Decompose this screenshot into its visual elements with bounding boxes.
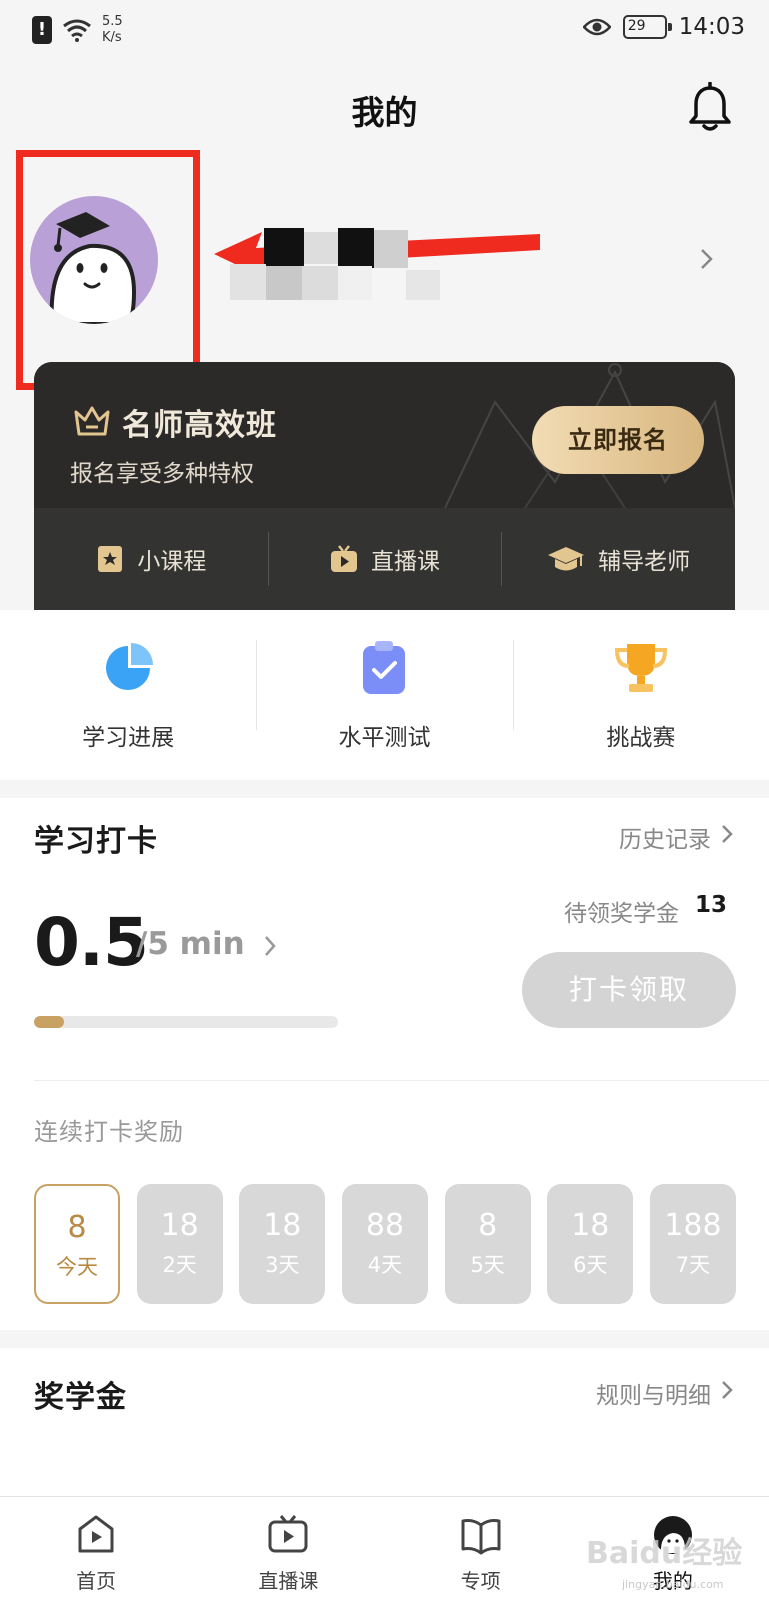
quick-challenge[interactable]: 挑战赛 [512, 610, 769, 780]
streak-day: 18 2天 [136, 1184, 223, 1304]
streak-day: 8 今天 [34, 1184, 120, 1304]
blurred-username [264, 228, 304, 268]
quick-learning-progress[interactable]: 学习进展 [0, 610, 256, 780]
sim-alert-icon: ! [32, 16, 52, 44]
blurred-userid-part [266, 266, 302, 300]
tv-play-icon [268, 1515, 308, 1553]
quick-actions: 学习进展 水平测试 挑战赛 [0, 610, 769, 780]
blurred-username-part [304, 232, 338, 264]
blurred-username-part [338, 228, 374, 268]
streak-day: 188 7天 [649, 1184, 736, 1304]
vip-tab-label: 辅导老师 [598, 549, 691, 575]
study-minutes-current: 0.5 [34, 904, 149, 981]
history-link[interactable]: 历史记录 [619, 820, 711, 854]
streak-day: 18 6天 [547, 1184, 634, 1304]
vip-tab-tutor[interactable]: 辅导老师 [501, 508, 735, 610]
profile-chevron-right-icon[interactable] [700, 248, 714, 270]
trophy-icon [614, 644, 667, 692]
study-minutes-target: /5 min [136, 926, 245, 962]
bell-icon[interactable] [686, 82, 734, 134]
study-progress-fill [34, 1016, 65, 1028]
study-checkin-panel: 学习打卡 历史记录 0.5 /5 min 待领奖学金 13 打卡领取 连续打卡奖… [0, 798, 769, 1330]
page-title: 我的 [351, 93, 418, 132]
tab-live[interactable]: 直播课 [192, 1497, 384, 1600]
clipboard-check-icon [363, 641, 406, 694]
tab-label: 首页 [76, 1569, 117, 1593]
grad-cap-icon [548, 547, 585, 571]
pie-progress-icon [106, 643, 154, 690]
blurred-userid [230, 264, 266, 300]
quick-level-test[interactable]: 水平测试 [256, 610, 512, 780]
clock: 14:03 [678, 14, 745, 40]
scholarship-panel: 奖学金 规则与明细 [0, 1348, 769, 1498]
checkin-title: 学习打卡 [34, 824, 158, 859]
quick-label: 水平测试 [338, 725, 431, 751]
net-speed: 5.5 K/s [102, 14, 123, 45]
star-book-icon [98, 546, 123, 572]
streak-day: 8 5天 [444, 1184, 531, 1304]
pending-reward-count: 13 [694, 892, 727, 918]
enroll-now-button[interactable]: 立即报名 [532, 406, 704, 474]
vip-tab-live-course[interactable]: 直播课 [267, 508, 502, 610]
annotation-highlight-box [16, 150, 200, 390]
tab-home[interactable]: 首页 [0, 1497, 192, 1600]
blurred-userid-part [302, 266, 338, 300]
study-progress-bar [34, 1016, 338, 1028]
blurred-username-part [374, 230, 408, 268]
tab-label: 直播课 [258, 1569, 319, 1593]
streak-reward-title: 连续打卡奖励 [34, 1118, 184, 1146]
rules-details-link[interactable]: 规则与明细 [596, 1376, 711, 1410]
quick-label: 学习进展 [82, 725, 175, 751]
tab-label: 专项 [460, 1569, 501, 1593]
streak-day: 18 3天 [239, 1184, 326, 1304]
vip-tab-label: 直播课 [371, 549, 440, 575]
home-play-icon [78, 1515, 114, 1553]
history-chevron-right-icon[interactable] [721, 824, 733, 844]
watermark-url: jingyan.baidu.com [622, 1578, 724, 1591]
vip-promo-card[interactable]: 名师高效班 报名享受多种特权 立即报名 小课程 直播课 辅导老师 [34, 362, 735, 610]
minutes-chevron-right-icon[interactable] [264, 935, 276, 957]
pending-reward-label: 待领奖学金 [564, 901, 679, 927]
checkin-claim-button[interactable]: 打卡领取 [522, 952, 736, 1028]
battery-indicator: 29 [622, 15, 672, 39]
vip-subtitle: 报名享受多种特权 [70, 461, 254, 487]
crown-icon [74, 406, 110, 436]
vip-tab-label: 小课程 [137, 549, 207, 575]
wifi-icon [63, 19, 91, 42]
eye-icon [582, 18, 611, 36]
streak-days: 8 今天 18 2天 18 3天 88 4天 8 5天 18 6天 188 7天 [34, 1184, 736, 1304]
tab-special[interactable]: 专项 [385, 1497, 577, 1600]
vip-tab-mini-course[interactable]: 小课程 [34, 508, 268, 610]
tv-play-icon [331, 545, 357, 572]
blurred-userid-part [338, 266, 372, 300]
vip-title: 名师高效班 [122, 408, 277, 443]
scholarship-title: 奖学金 [34, 1380, 127, 1415]
quick-label: 挑战赛 [606, 725, 676, 751]
blurred-userid-part [406, 270, 440, 300]
watermark: Baidu经验 [586, 1536, 743, 1571]
status-bar: ! 5.5 K/s 29 14:03 [0, 0, 769, 62]
streak-day: 88 4天 [341, 1184, 428, 1304]
open-book-icon [461, 1519, 501, 1555]
divider [34, 1080, 769, 1081]
rules-chevron-right-icon[interactable] [721, 1380, 733, 1400]
